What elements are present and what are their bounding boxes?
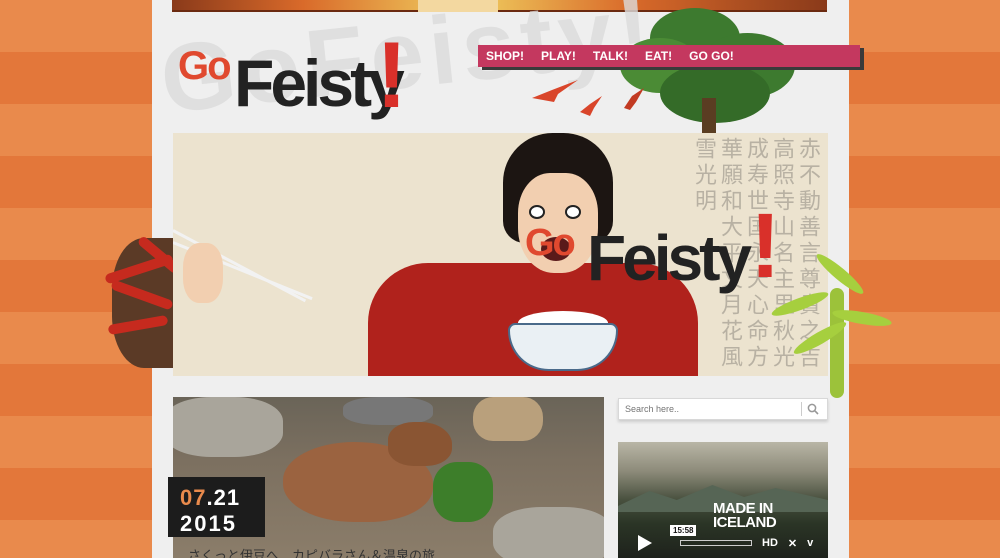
post-date-month: 07	[180, 485, 207, 510]
nav-item-eat[interactable]: EAT!	[645, 49, 672, 63]
site-logo[interactable]: Go Feisty !	[178, 22, 418, 127]
hero-logo: Go Feisty !	[525, 200, 785, 302]
post-title-link[interactable]: さくっと伊豆へ…カピバラさん＆温泉の旅	[188, 545, 435, 558]
origami-bird-icon	[624, 88, 644, 110]
video-progress-bar[interactable]	[680, 540, 752, 546]
nav-item-play[interactable]: PLAY!	[541, 49, 576, 63]
vimeo-logo-button[interactable]: v	[807, 537, 813, 549]
search-input[interactable]	[619, 400, 801, 418]
video-player[interactable]: MADE IN ICELAND 15:58 HD ✕ v	[618, 442, 828, 558]
leaves	[433, 462, 493, 522]
capybara-head	[388, 422, 452, 466]
hero-hand	[183, 243, 223, 303]
bamboo-illustration	[769, 250, 893, 398]
hero-logo-feisty-text: Feisty	[587, 222, 752, 294]
fullscreen-icon[interactable]: ✕	[788, 537, 797, 550]
wooden-log	[473, 397, 543, 441]
video-controls: HD ✕ v	[618, 528, 828, 558]
logo-go-text: Go	[178, 44, 232, 88]
video-title: MADE IN ICELAND	[713, 500, 777, 531]
post-date-day: .21	[206, 485, 241, 510]
play-icon	[638, 535, 652, 551]
origami-bird-icon	[580, 96, 602, 116]
hd-button[interactable]: HD	[762, 537, 778, 549]
search-button[interactable]	[802, 403, 824, 415]
nav-item-gogo[interactable]: GO GO!	[689, 49, 734, 63]
post-date-year: 2015	[180, 511, 237, 536]
nav-item-shop[interactable]: SHOP!	[486, 49, 524, 63]
search-box	[618, 398, 828, 420]
hero-logo-go-text: Go	[525, 222, 576, 264]
nav-item-talk[interactable]: TALK!	[593, 49, 628, 63]
main-navigation: SHOP! PLAY! TALK! EAT! GO GO!	[478, 45, 860, 67]
search-icon	[807, 403, 819, 415]
origami-bird-icon	[532, 80, 578, 102]
logo-exclamation: !	[376, 22, 408, 127]
tree-illustration	[610, 8, 800, 138]
play-button[interactable]	[630, 531, 660, 555]
post-date-badge: 07.21 2015	[168, 477, 265, 537]
